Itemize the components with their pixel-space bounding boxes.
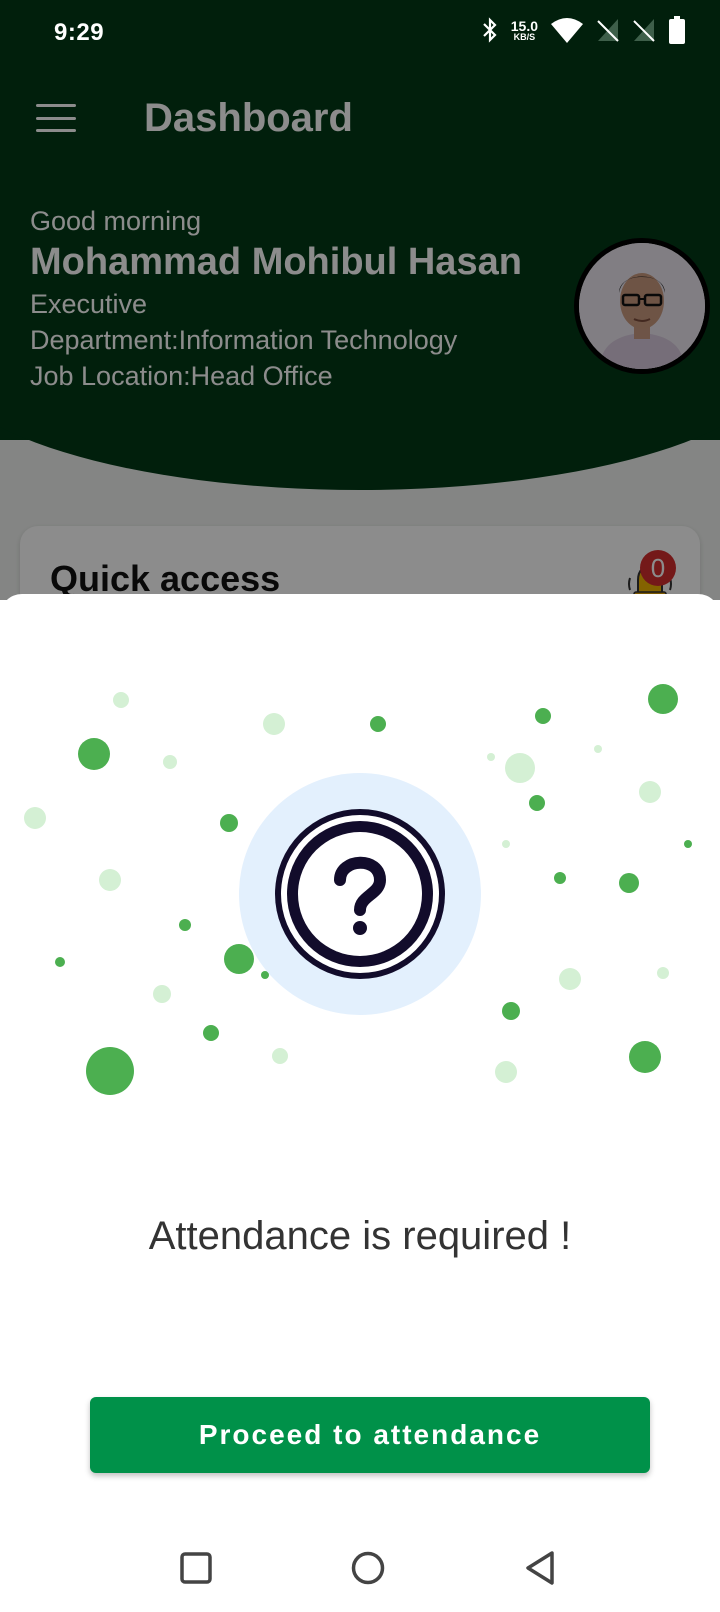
bluetooth-icon [482,17,497,43]
question-mark-icon [275,809,445,979]
proceed-to-attendance-button[interactable]: Proceed to attendance [90,1397,650,1473]
home-icon[interactable] [346,1546,390,1590]
battery-icon [669,16,685,44]
status-time: 9:29 [54,19,105,46]
recent-apps-icon[interactable] [174,1546,218,1590]
dashboard-screen: Dashboard Good morning Mohammad Mohibul … [0,0,720,600]
attendance-illustration [24,684,692,1095]
status-bar: 9:29 15.0 KB/S [0,0,720,64]
no-sim-icon [597,19,619,42]
attendance-dialog: Attendance is required ! Proceed to atte… [0,594,720,1524]
back-icon[interactable] [518,1546,562,1590]
network-speed: 15.0 KB/S [510,17,538,42]
attendance-message: Attendance is required ! [148,1214,572,1258]
status-icons: 15.0 KB/S [481,16,686,44]
modal-scrim[interactable] [0,0,720,600]
system-nav-bar [0,1524,720,1612]
no-sim-icon [633,19,655,42]
wifi-icon [551,18,583,43]
